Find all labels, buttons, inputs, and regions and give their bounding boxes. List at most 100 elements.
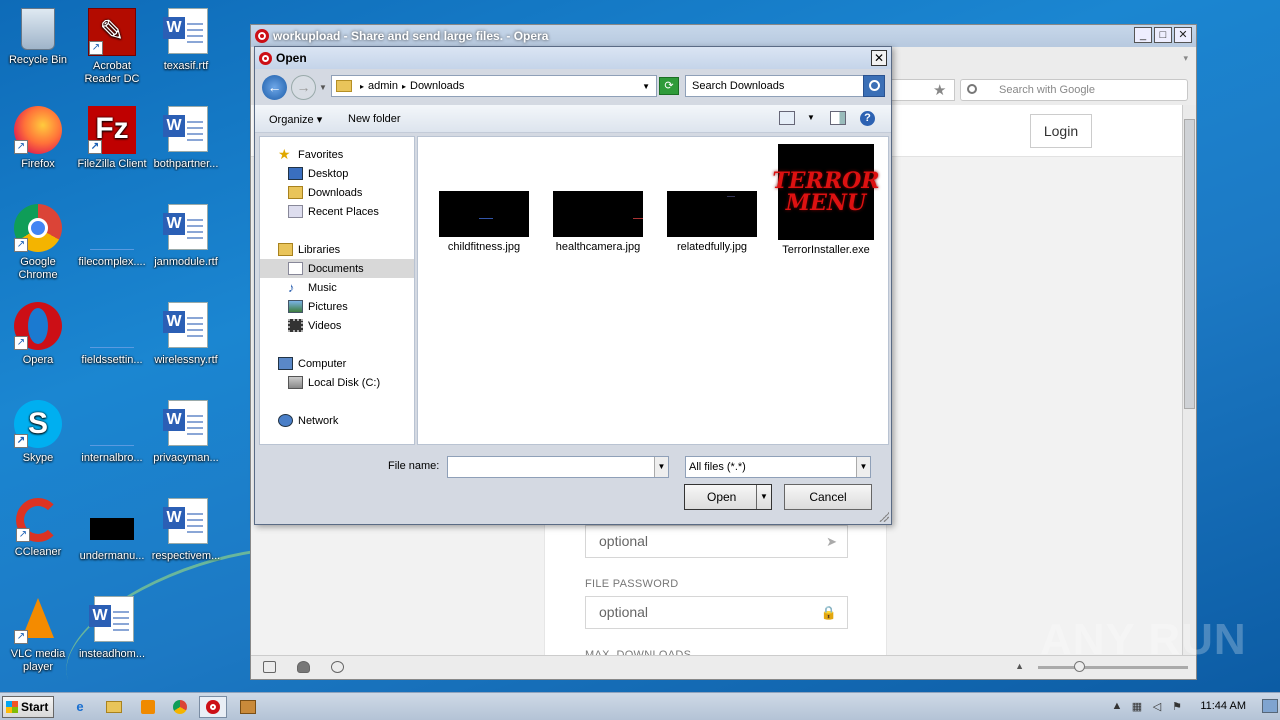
login-button[interactable]: Login bbox=[1030, 114, 1092, 148]
skype-icon: S ↗ bbox=[14, 400, 62, 448]
optional-field[interactable]: optional ➤ bbox=[585, 525, 848, 558]
show-desktop-button[interactable] bbox=[1262, 699, 1278, 713]
chevron-down-icon[interactable]: ▼ bbox=[642, 82, 650, 91]
desktop-icon-skype[interactable]: S ↗ Skype bbox=[0, 400, 76, 465]
nav-network[interactable]: Network bbox=[260, 411, 414, 430]
file-item[interactable]: healthcamera.jpg bbox=[546, 191, 650, 253]
filezilla-icon: Fz ↗ bbox=[88, 106, 136, 154]
desktop-icon-firefox[interactable]: ↗ Firefox bbox=[0, 106, 76, 171]
action-center-icon[interactable]: ⚑ bbox=[1170, 700, 1184, 714]
desktop-icon-acrobat[interactable]: ✎ ↗ Acrobat Reader DC bbox=[74, 8, 150, 86]
opera-titlebar[interactable]: workupload - Share and send large files.… bbox=[251, 25, 1196, 47]
close-button[interactable]: ✕ bbox=[1174, 27, 1192, 43]
app-taskbar-icon[interactable] bbox=[234, 696, 262, 718]
file-item-terror-installer[interactable]: TERROR MENU TerrorInstaller.exe bbox=[772, 144, 880, 256]
cloud-icon[interactable] bbox=[297, 661, 310, 673]
file-item[interactable]: relatedfully.jpg bbox=[660, 191, 764, 253]
nav-favorites[interactable]: ★ Favorites bbox=[260, 145, 414, 164]
new-folder-button[interactable]: New folder bbox=[348, 113, 401, 125]
file-item[interactable]: childfitness.jpg bbox=[432, 191, 536, 253]
desktop-icon-privacyman[interactable]: privacyman... bbox=[148, 400, 224, 465]
zoom-out-icon[interactable]: ▲ bbox=[1015, 661, 1024, 671]
chevron-down-icon[interactable]: ▼ bbox=[856, 457, 870, 477]
zoom-slider[interactable] bbox=[1038, 661, 1188, 672]
ie-taskbar-icon[interactable]: e bbox=[66, 696, 94, 718]
desktop-icon-opera[interactable]: ↗ Opera bbox=[0, 302, 76, 367]
preview-pane-icon[interactable] bbox=[830, 111, 846, 125]
show-hidden-icons[interactable]: ▲ bbox=[1110, 700, 1124, 714]
minimize-button[interactable]: _ bbox=[1134, 27, 1152, 43]
nav-desktop[interactable]: Desktop bbox=[260, 164, 414, 183]
desktop-icon-recycle-bin[interactable]: Recycle Bin bbox=[0, 8, 76, 67]
desktop-icon-vlc[interactable]: ↗ VLC media player bbox=[0, 596, 76, 674]
help-icon[interactable]: ? bbox=[860, 111, 875, 126]
volume-icon[interactable]: ◁ bbox=[1150, 700, 1164, 714]
open-options-dropdown[interactable]: ▼ bbox=[756, 485, 771, 509]
nav-computer[interactable]: Computer bbox=[260, 354, 414, 373]
dialog-search-input[interactable]: Search Downloads bbox=[685, 75, 885, 97]
nav-documents[interactable]: Documents bbox=[260, 259, 414, 278]
browser-search-input[interactable]: Search with Google bbox=[960, 79, 1188, 101]
desktop-icon-filecomplex[interactable]: filecomplex.... bbox=[74, 204, 150, 269]
nav-downloads[interactable]: Downloads bbox=[260, 183, 414, 202]
nav-recent-places[interactable]: Recent Places bbox=[260, 202, 414, 221]
desktop-icon-fieldssettin[interactable]: fieldssettin... bbox=[74, 302, 150, 367]
opera-taskbar-icon[interactable] bbox=[199, 696, 227, 718]
desktop-icon-janmodule[interactable]: janmodule.rtf bbox=[148, 204, 224, 269]
forward-button[interactable]: → bbox=[291, 75, 316, 100]
chevron-down-icon[interactable]: ▼ bbox=[654, 457, 668, 477]
media-player-taskbar-icon[interactable] bbox=[134, 696, 162, 718]
desktop-icon-wirelessny[interactable]: wirelessny.rtf bbox=[148, 302, 224, 367]
open-button[interactable]: Open ▼ bbox=[684, 484, 772, 510]
desktop-icon-internalbro[interactable]: internalbro... bbox=[74, 400, 150, 465]
explorer-taskbar-icon[interactable] bbox=[100, 696, 128, 718]
network-tray-icon[interactable]: ▦ bbox=[1130, 700, 1144, 714]
clock[interactable]: 11:44 AM bbox=[1200, 700, 1246, 712]
bookmark-star-icon[interactable]: ★ bbox=[933, 81, 946, 99]
organize-button[interactable]: Organize ▾ bbox=[269, 113, 322, 126]
desktop-icon-texasif[interactable]: texasif.rtf bbox=[148, 8, 224, 73]
desktop-icon-ccleaner[interactable]: ↗ CCleaner bbox=[0, 498, 76, 559]
desktop-icon-bothpartner[interactable]: bothpartner... bbox=[148, 106, 224, 171]
send-icon: ➤ bbox=[826, 534, 837, 549]
desktop-icon-undermanu[interactable]: undermanu... bbox=[74, 498, 150, 563]
chevron-icon[interactable]: ▸ bbox=[402, 82, 406, 91]
recent-locations-dropdown[interactable]: ▼ bbox=[319, 83, 327, 92]
tab-menu-icon[interactable]: ▾ bbox=[1183, 53, 1188, 64]
blank-file-icon bbox=[88, 400, 136, 448]
chevron-icon[interactable]: ▸ bbox=[360, 82, 364, 91]
nav-pictures[interactable]: Pictures bbox=[260, 297, 414, 316]
start-button[interactable]: Start bbox=[2, 696, 54, 718]
panel-toggle-icon[interactable] bbox=[263, 661, 276, 673]
breadcrumb-downloads[interactable]: Downloads bbox=[410, 80, 464, 92]
back-button[interactable]: ← bbox=[262, 75, 287, 100]
maximize-button[interactable]: □ bbox=[1154, 27, 1172, 43]
resize-grip[interactable] bbox=[879, 512, 889, 522]
nav-music[interactable]: ♪ Music bbox=[260, 278, 414, 297]
speed-dial-icon[interactable] bbox=[331, 661, 344, 673]
recycle-bin-icon bbox=[21, 8, 55, 50]
page-scrollbar[interactable] bbox=[1182, 105, 1196, 655]
view-options-icon[interactable] bbox=[779, 111, 795, 125]
breadcrumb-admin[interactable]: admin bbox=[368, 80, 398, 92]
nav-local-disk[interactable]: Local Disk (C:) bbox=[260, 373, 414, 392]
search-icon[interactable] bbox=[863, 75, 885, 97]
dialog-command-bar: Organize ▾ New folder ▼ ? bbox=[255, 105, 891, 133]
cancel-button[interactable]: Cancel bbox=[784, 484, 872, 510]
nav-videos[interactable]: Videos bbox=[260, 316, 414, 335]
dialog-close-button[interactable]: ✕ bbox=[871, 50, 887, 66]
chrome-taskbar-icon[interactable] bbox=[166, 696, 194, 718]
desktop-icon-insteadhom[interactable]: insteadhom... bbox=[74, 596, 150, 661]
file-password-field[interactable]: optional 🔒 bbox=[585, 596, 848, 629]
scrollbar-thumb[interactable] bbox=[1184, 119, 1195, 409]
desktop-icon-chrome[interactable]: ↗ Google Chrome bbox=[0, 204, 76, 282]
refresh-button[interactable]: ⟳ bbox=[659, 77, 679, 95]
desktop-icon-respectivem[interactable]: respectivem... bbox=[148, 498, 224, 563]
view-dropdown-icon[interactable]: ▼ bbox=[807, 113, 815, 122]
file-name-input[interactable]: ▼ bbox=[447, 456, 669, 478]
breadcrumb[interactable]: ▸ admin ▸ Downloads ▼ bbox=[331, 75, 657, 97]
dialog-titlebar[interactable]: Open bbox=[255, 47, 891, 69]
nav-libraries[interactable]: Libraries bbox=[260, 240, 414, 259]
file-type-select[interactable]: All files (*.*) ▼ bbox=[685, 456, 871, 478]
desktop-icon-filezilla[interactable]: Fz ↗ FileZilla Client bbox=[74, 106, 150, 171]
